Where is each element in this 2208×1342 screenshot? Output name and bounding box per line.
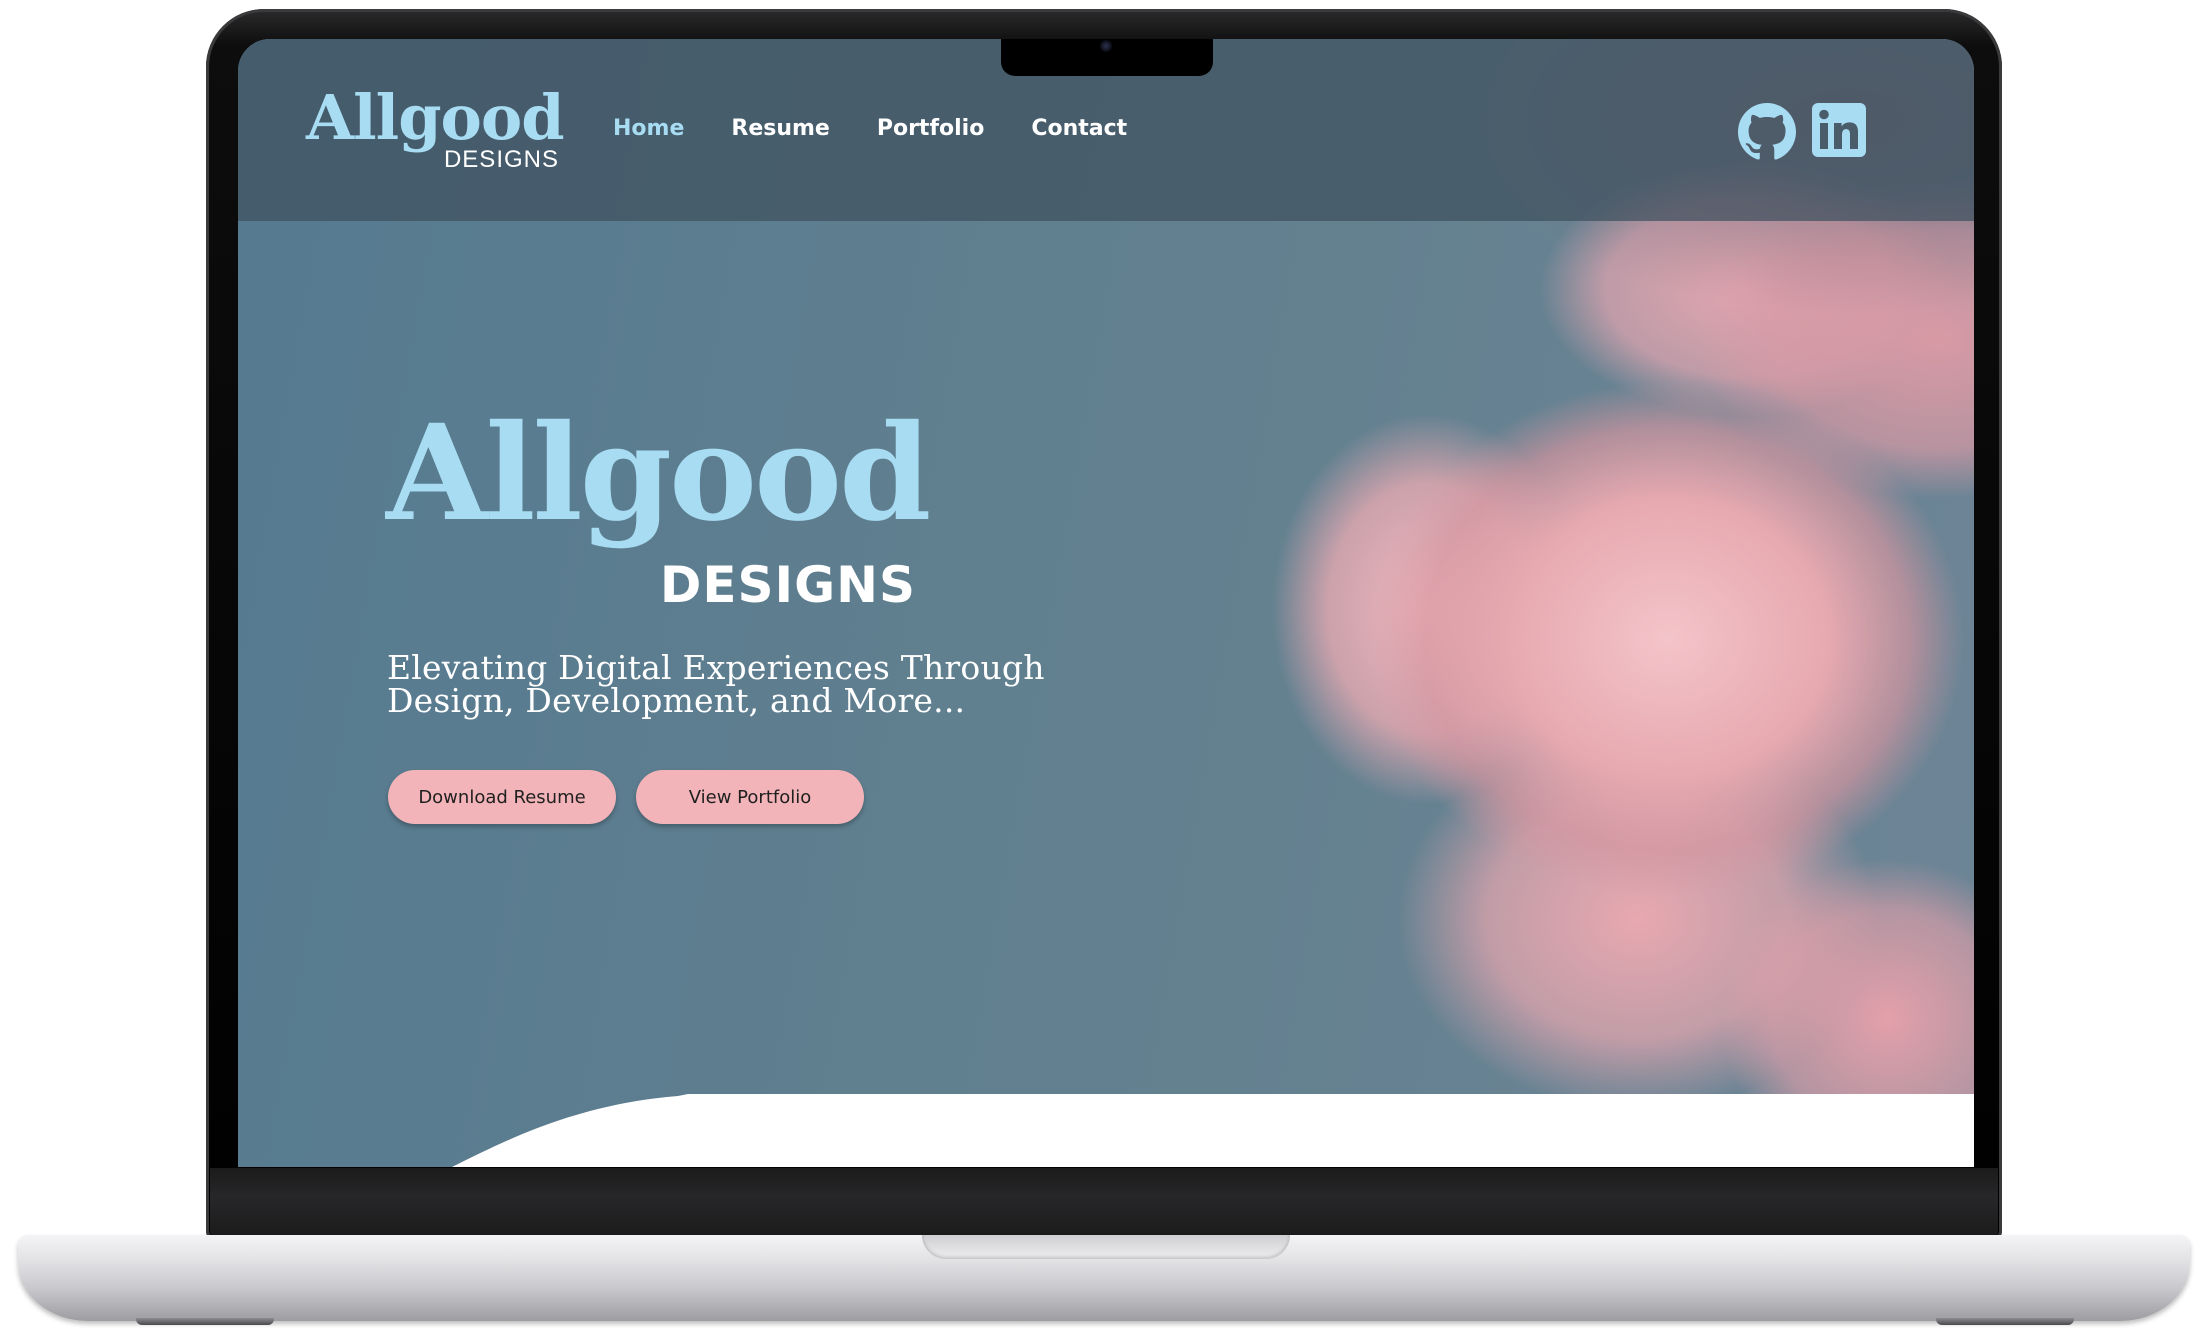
github-link[interactable] [1738,103,1796,166]
view-portfolio-button[interactable]: View Portfolio [636,770,864,824]
laptop-bezel-bottom [210,1168,1998,1240]
nav-link-portfolio[interactable]: Portfolio [877,114,985,144]
hero-logo: Allgood DESIGNS [386,399,931,619]
hero-tagline: Elevating Digital Experiences Through De… [387,651,1087,717]
header-logo-script: Allgood [306,81,565,154]
laptop-foot-left [136,1318,274,1325]
linkedin-icon [1812,103,1866,157]
nav-link-home[interactable]: Home [613,114,684,144]
laptop-foot-right [1936,1318,2074,1325]
nav-link-contact[interactable]: Contact [1031,114,1127,144]
section-divider-wave [452,1094,1974,1167]
camera-icon [1100,40,1112,52]
laptop-screen: Allgood DESIGNS Home Resume Portfolio Co… [238,39,1974,1167]
nav-link-resume[interactable]: Resume [731,114,829,144]
laptop-base-notch [922,1235,1290,1259]
hero-title-sub: DESIGNS [659,556,916,614]
header-logo-sub: DESIGNS [443,146,559,173]
hero-tagline-line1: Elevating Digital Experiences Through [387,648,1045,687]
linkedin-link[interactable] [1812,103,1866,162]
main-nav: Home Resume Portfolio Contact [613,114,1174,144]
download-resume-button[interactable]: Download Resume [388,770,616,824]
github-icon [1738,103,1796,160]
hero-tagline-line2: Design, Development, and More... [387,681,966,720]
hero-title-script: Allgood [386,396,931,551]
header-logo[interactable]: Allgood DESIGNS [306,81,565,175]
